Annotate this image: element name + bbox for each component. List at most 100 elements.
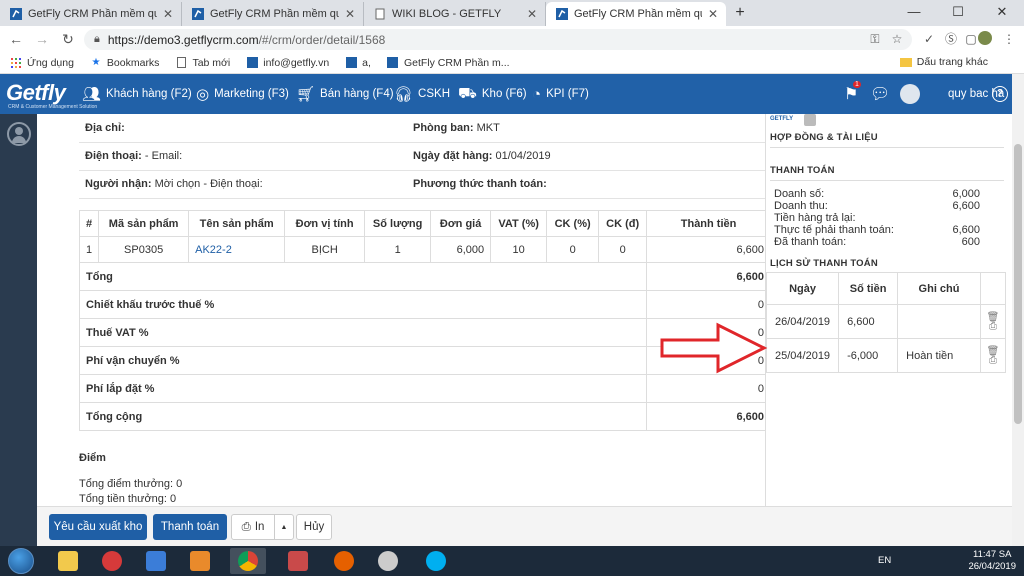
getfly-icon [387,57,399,69]
other-bookmarks[interactable]: Dấu trang khác [899,56,988,68]
order-info-table: Địa chỉ: Phòng ban: MKT Điện thoại: - Em… [79,114,765,199]
info-cell-order-date: Ngày đặt hàng: 01/04/2019 [407,142,765,171]
minimize-button[interactable]: — [892,0,936,24]
info-label: Điện thoại: [85,150,142,162]
tab-title: GetFly CRM Phần mềm quản lý v [574,8,702,20]
firefox-icon [334,551,354,571]
chat-icon[interactable]: 💬︎ [870,74,890,114]
bookmark-star-icon[interactable]: ☆ [888,30,906,48]
payment-label: Tiền hàng trả lại: [774,212,856,224]
browser-tab-1[interactable]: GetFly CRM Phần mềm quản lý v ✕ [0,2,182,26]
menu-marketing[interactable]: ◎ Marketing (F3) [196,74,289,114]
system-clock[interactable]: 11:47 SA 26/04/2019 [968,549,1016,573]
history-amount: -6,000 [838,338,899,373]
payment-row-returns: Tiền hàng trả lại: [774,212,980,224]
taskbar-app-grid[interactable] [280,548,316,574]
key-icon[interactable]: ⚿ [866,30,884,48]
media-player-icon [190,551,210,571]
product-name-link[interactable]: AK22-2 [188,236,286,263]
taskbar-app-blue[interactable] [138,548,174,574]
col-header: CK (đ) [598,210,648,237]
col-header: Đơn vị tính [284,210,366,237]
bookmarks-bar: Ứng dụng ★ Bookmarks Tab mới info@getfly.… [0,52,1024,74]
product-table-header: # Mã sản phẩm Tên sản phẩm Đơn vị tính S… [78,210,765,237]
taskbar-app-red[interactable] [94,548,130,574]
user-menu[interactable]: quy bac ha [900,74,1004,114]
menu-customer-care[interactable]: 🎧︎ CSKH [394,74,450,114]
folder-icon [899,56,912,68]
cell-discount-percent: 0 [546,236,600,263]
url-host: https://demo3.getflycrm.com [107,32,259,47]
payment-title: THANH TOÁN [770,165,835,176]
new-tab-button[interactable]: + [730,4,750,22]
reload-icon[interactable]: ↻ [58,29,78,49]
maximize-button[interactable]: ☐ [936,0,980,24]
browser-menu-icon[interactable]: ⋮ [1000,30,1018,48]
checkmark-extension-icon[interactable]: ✓ [920,30,938,48]
taskbar-chrome[interactable] [230,548,266,574]
request-export-button[interactable]: Yêu cầu xuất kho [49,514,147,540]
windows-taskbar: EN 11:47 SA 26/04/2019 [0,546,1024,576]
col-header: Thành tiền [646,210,765,237]
other-bookmarks-label: Dấu trang khác [916,56,988,68]
notifications-button[interactable]: ⚑ 1 [844,74,861,114]
menu-customers[interactable]: 👥︎ Khách hàng (F2) [82,74,192,114]
print-dropdown-button[interactable]: ▲ [274,514,294,540]
app-icon [288,551,308,571]
menu-kpi[interactable]: ◔ KPI (F7) [532,74,589,114]
taskbar-explorer[interactable] [50,548,86,574]
target-icon: ◎ [196,86,210,103]
bookmark-bookmarks[interactable]: ★ Bookmarks [90,57,159,69]
taskbar-firefox[interactable] [326,548,362,574]
headset-icon: 🎧︎ [394,86,414,103]
language-indicator[interactable]: EN [878,555,891,566]
close-window-button[interactable]: ✕ [980,0,1024,24]
clock-time: 11:47 SA [973,549,1012,560]
forward-arrow-icon[interactable]: → [32,29,52,49]
taskbar-skype[interactable] [418,548,454,574]
url-path: /#/crm/order/detail/1568 [258,32,386,47]
col-header: Ngày [765,272,840,305]
taskbar-app-cd[interactable] [370,548,406,574]
contracts-title[interactable]: HỢP ĐỒNG & TÀI LIỆU [770,132,1004,143]
user-profile-icon[interactable] [7,122,31,146]
points-total: Tổng điểm thưởng: 0 [79,478,183,490]
menu-sales[interactable]: 🛒︎ Bán hàng (F4) [296,74,394,114]
bookmark-apps[interactable]: Ứng dụng [10,57,74,69]
browser-tab-4-active[interactable]: GetFly CRM Phần mềm quản lý v ✕ [546,2,726,26]
bookmark-new-tab[interactable]: Tab mới [175,57,230,69]
scrollbar-thumb[interactable] [1014,144,1022,424]
bookmark-mail[interactable]: info@getfly.vn [246,57,329,69]
payment-row-due: Thực tế phải thanh toán: 6,600 [774,224,980,236]
skype-extension-icon[interactable]: Ⓢ [942,30,960,48]
menu-warehouse[interactable]: ⛟ Kho (F6) [458,74,527,114]
menu-label: Bán hàng (F4) [320,88,394,100]
page-scrollbar[interactable] [1012,74,1024,546]
close-tab-icon[interactable]: ✕ [708,7,718,21]
taskbar-media[interactable] [182,548,218,574]
close-tab-icon[interactable]: ✕ [345,7,355,21]
profile-avatar-icon[interactable] [976,30,994,48]
browser-tab-2[interactable]: GetFly CRM Phần mềm quản lý v ✕ [182,2,364,26]
payment-button[interactable]: Thanh toán [153,514,227,540]
close-tab-icon[interactable]: ✕ [527,7,537,21]
bookmark-a[interactable]: a, [345,57,371,69]
payment-value: 6,000 [952,188,980,200]
windows-start-button[interactable] [8,548,34,574]
getfly-logo[interactable]: Getfly CRM & Customer Management Solution [6,80,97,110]
url-input[interactable]: 🔒︎ https://demo3.getflycrm.com/#/crm/ord… [84,29,912,50]
col-header: Số lượng [364,210,432,237]
printer-icon[interactable]: ⎙ [989,321,997,332]
cancel-button[interactable]: Hủy [296,514,332,540]
printer-icon[interactable]: ⎙ [989,355,997,366]
info-label: Phòng ban: [413,121,474,134]
cell-unit: BỊCH [284,236,366,263]
bookmark-getfly[interactable]: GetFly CRM Phần m... [387,57,510,69]
back-arrow-icon[interactable]: ← [6,29,26,49]
close-tab-icon[interactable]: ✕ [163,7,173,21]
help-button[interactable]: ? [992,74,1008,114]
col-header: Ghi chú [897,272,981,305]
payment-label: Thực tế phải thanh toán: [774,224,894,236]
print-button[interactable]: ⎙ In [231,514,275,540]
browser-tab-3[interactable]: WIKI BLOG - GETFLY ✕ [364,2,546,26]
